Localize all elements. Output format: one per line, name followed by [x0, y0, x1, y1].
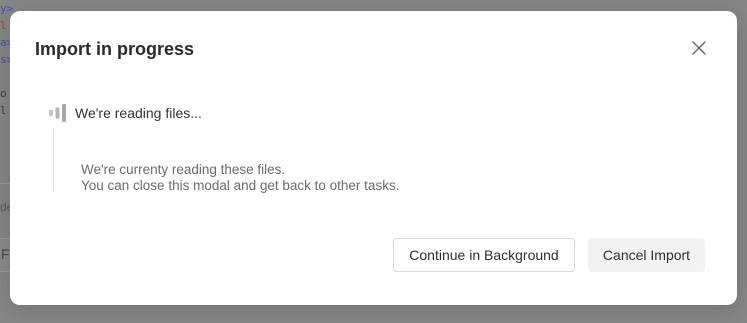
status-description: We're currenty reading these files. You …: [81, 162, 399, 194]
status-text: We're reading files...: [75, 105, 202, 121]
modal-title: Import in progress: [35, 39, 195, 59]
description-line: You can close this modal and get back to…: [81, 178, 400, 193]
background-field-text: F: [1, 246, 10, 262]
close-button[interactable]: [688, 37, 710, 59]
close-icon: [692, 41, 706, 55]
description-line: We're currenty reading these files.: [81, 162, 286, 177]
timeline-line: [53, 129, 54, 191]
import-status-row: We're reading files...: [48, 103, 202, 123]
loading-bars-icon: [49, 104, 66, 122]
import-modal: Import in progress We're reading files..…: [10, 11, 737, 305]
cancel-import-button[interactable]: Cancel Import: [588, 238, 705, 272]
continue-in-background-button[interactable]: Continue in Background: [393, 238, 575, 272]
